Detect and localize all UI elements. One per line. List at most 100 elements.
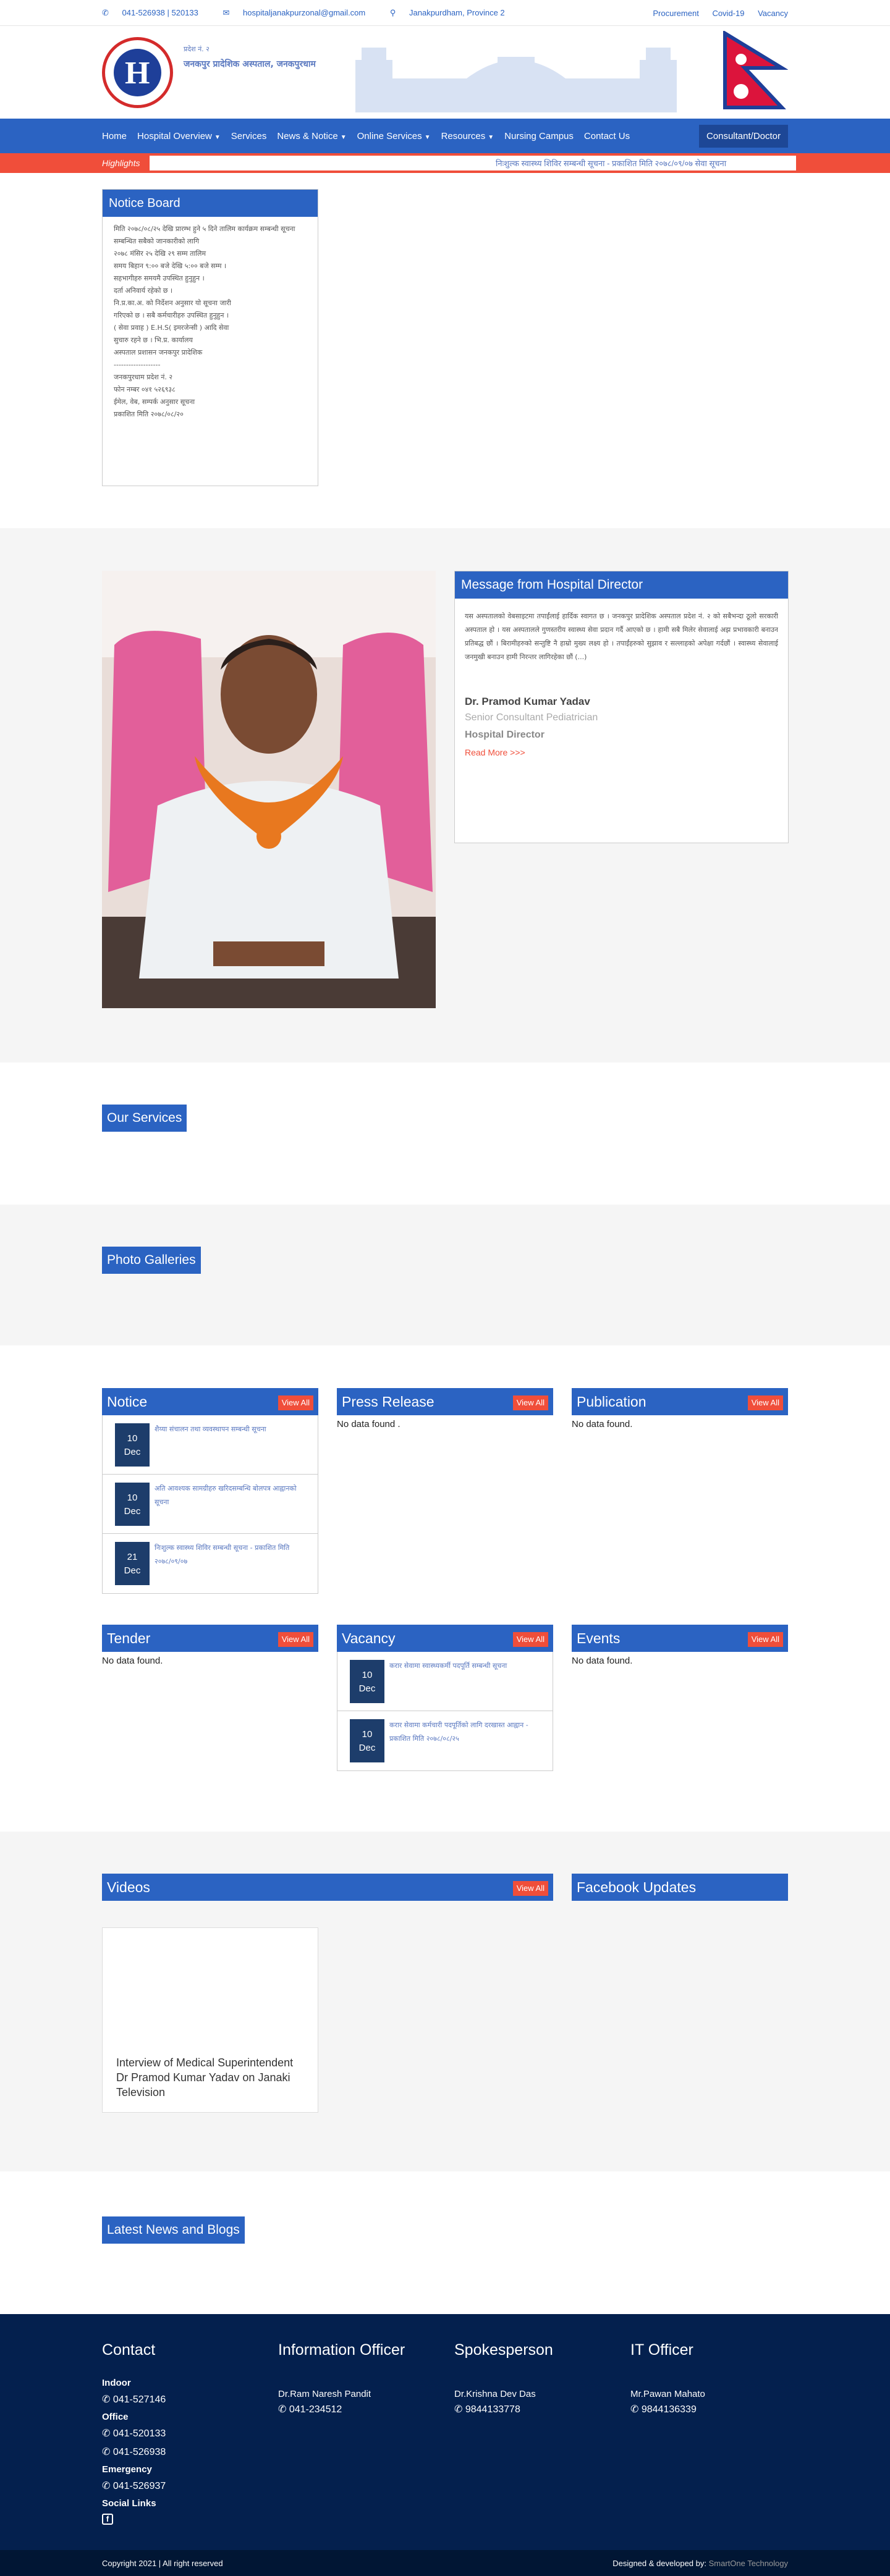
vacancy-view-all-button[interactable]: View All (512, 1632, 548, 1647)
vacancy-item-link[interactable]: करार सेवामा कर्मचारी पदपूर्तिको लागि दरख… (389, 1719, 546, 1746)
footer-contact: Contact Indoor ✆ 041-527146 Office ✆ 041… (102, 2341, 166, 2525)
top-bar: ✆ 041-526938 | 520133 ✉ hospitaljanakpur… (0, 0, 890, 26)
spokesperson-phone[interactable]: ✆ 9844133778 (454, 2403, 553, 2415)
list-item[interactable]: 10 Dec अति आवश्यक सामग्रीहरु खरिदसम्बन्धि… (103, 1475, 318, 1534)
date-day: 10 (362, 1729, 373, 1740)
phone-number[interactable]: 041-234512 (289, 2404, 342, 2415)
video-title[interactable]: Interview of Medical Superintendent Dr P… (116, 2055, 308, 2100)
notice-board-body: मिति २०७८/०८/२५ देखि प्रारम्भ हुने ५ दिन… (103, 217, 318, 486)
videos-title: Videos (107, 1879, 150, 1895)
phone-number[interactable]: 041-526937 (113, 2481, 166, 2491)
procurement-link[interactable]: Procurement (653, 9, 698, 18)
vacancy-item-link[interactable]: करार सेवामा स्वास्थ्यकर्मी पदपूर्ति सम्ब… (389, 1659, 546, 1673)
date-day: 21 (127, 1552, 138, 1562)
nav-online-services[interactable]: Online Services ▼ (357, 131, 431, 141)
nav-services[interactable]: Services (231, 131, 267, 141)
our-services-title: Our Services (102, 1105, 187, 1132)
tender-card: Tender View All No data found. (102, 1625, 318, 1666)
vacancy-link[interactable]: Vacancy (758, 9, 788, 18)
nav-home[interactable]: Home (102, 131, 127, 141)
info-officer-phone[interactable]: ✆ 041-234512 (278, 2403, 405, 2415)
date-month: Dec (124, 1447, 141, 1457)
nav-online-label: Online Services (357, 130, 422, 141)
nav-news-notice[interactable]: News & Notice ▼ (277, 131, 346, 141)
list-item[interactable]: 10 Dec करार सेवामा कर्मचारी पदपूर्तिको ला… (337, 1711, 553, 1770)
indoor-phone[interactable]: ✆ 041-527146 (102, 2393, 166, 2406)
phone-icon: ✆ (454, 2404, 465, 2415)
ticker-text[interactable]: निःशुल्क स्वास्थ्य शिविर सम्बन्धी सूचना … (496, 158, 726, 169)
top-email[interactable]: hospitaljanakpurzonal@gmail.com (243, 8, 365, 17)
office-phone[interactable]: ✆ 041-526938 (102, 2446, 166, 2458)
notice-line: नि.प्र.का.अ. को निर्देशन अनुसार यो सूचना… (114, 299, 231, 307)
email-info[interactable]: ✉ hospitaljanakpurzonal@gmail.com (223, 8, 377, 17)
director-message-title: Message from Hospital Director (455, 571, 788, 599)
notice-item-link[interactable]: निःशुल्क स्वास्थ्य शिविर सम्बन्धी सूचना … (155, 1541, 312, 1568)
notice-line: फोन नम्बर ०४१ ५२६९३८ (114, 385, 176, 394)
nav-contact-us[interactable]: Contact Us (584, 131, 630, 141)
notice-item-link[interactable]: शैय्या संचालन तथा व्यवस्थापन सम्बन्धी सू… (155, 1423, 312, 1436)
notice-line: प्रकाशित मिति २०७८/०८/२० (114, 410, 184, 418)
it-officer-phone[interactable]: ✆ 9844136339 (630, 2403, 705, 2415)
footer-spokesperson: Spokesperson Dr.Krishna Dev Das ✆ 984413… (454, 2341, 553, 2422)
date-badge: 10 Dec (115, 1423, 150, 1467)
main-nav: Home Hospital Overview ▼ Services News & … (0, 119, 890, 153)
tender-view-all-button[interactable]: View All (278, 1632, 313, 1647)
notice-card: Notice View All 10 Dec शैय्या संचालन तथा व… (102, 1388, 318, 1594)
nav-nursing-campus[interactable]: Nursing Campus (504, 131, 574, 141)
notice-view-all-button[interactable]: View All (278, 1395, 313, 1410)
hospital-logo[interactable]: H (102, 37, 173, 108)
phone-icon: ✆ (102, 2394, 113, 2405)
footer-bottom: Copyright 2021 | All right reserved Desi… (0, 2550, 890, 2576)
footer-contact-title: Contact (102, 2341, 156, 2359)
nepal-flag (723, 31, 788, 109)
list-item[interactable]: 10 Dec शैय्या संचालन तथा व्यवस्थापन सम्बन… (103, 1415, 318, 1475)
notice-item-link[interactable]: अति आवश्यक सामग्रीहरु खरिदसम्बन्धि बोलपत… (155, 1482, 312, 1509)
nav-services-label: Services (231, 130, 267, 141)
phone-number[interactable]: 041-527146 (113, 2394, 166, 2405)
developer-link[interactable]: SmartOne Technology (709, 2559, 788, 2568)
spokesperson-name: Dr.Krishna Dev Das (454, 2389, 536, 2399)
highlights-label: Highlights (102, 158, 140, 168)
facebook-card: Facebook Updates (572, 1874, 788, 1901)
highlights-bar: Highlights निःशुल्क स्वास्थ्य शिविर सम्ब… (0, 153, 890, 173)
list-item[interactable]: 10 Dec करार सेवामा स्वास्थ्यकर्मी पदपूर्त… (337, 1652, 553, 1711)
press-release-card: Press Release View All No data found . (337, 1388, 553, 1429)
press-release-title: Press Release (342, 1394, 434, 1410)
list-item[interactable]: 21 Dec निःशुल्क स्वास्थ्य शिविर सम्बन्धी … (103, 1534, 318, 1593)
press-view-all-button[interactable]: View All (512, 1395, 548, 1410)
site-footer: Contact Indoor ✆ 041-527146 Office ✆ 041… (0, 2314, 890, 2550)
events-title: Events (577, 1630, 621, 1646)
notice-line: अस्पताल प्रशासन जनकपुर प्रादेशिक (114, 348, 203, 356)
read-more-link[interactable]: Read More >>> (465, 746, 778, 759)
nav-resources[interactable]: Resources ▼ (441, 131, 494, 141)
location-icon: ⚲ (389, 8, 398, 17)
phone-number[interactable]: 041-520133 (113, 2428, 166, 2439)
caret-down-icon: ▼ (214, 133, 221, 141)
nav-hospital-overview[interactable]: Hospital Overview ▼ (137, 131, 221, 141)
videos-view-all-button[interactable]: View All (512, 1881, 548, 1896)
facebook-icon[interactable]: f (102, 2514, 113, 2525)
date-badge: 21 Dec (115, 1542, 150, 1585)
office-phone[interactable]: ✆ 041-520133 (102, 2427, 166, 2439)
publication-view-all-button[interactable]: View All (747, 1395, 783, 1410)
covid-link[interactable]: Covid-19 (712, 9, 744, 18)
social-links-label: Social Links (102, 2498, 156, 2509)
copyright-text: Copyright 2021 | All right reserved (102, 2558, 223, 2568)
video-item[interactable]: Interview of Medical Superintendent Dr P… (102, 1927, 318, 2113)
emergency-phone[interactable]: ✆ 041-526937 (102, 2480, 166, 2492)
address-info: ⚲ Janakpurdham, Province 2 (390, 8, 516, 17)
vacancy-title: Vacancy (342, 1630, 396, 1646)
consultant-doctor-button[interactable]: Consultant/Doctor (698, 124, 788, 148)
caret-down-icon: ▼ (340, 133, 347, 141)
phone-number[interactable]: 9844136339 (642, 2404, 697, 2415)
date-day: 10 (127, 1492, 138, 1503)
vacancy-card: Vacancy View All 10 Dec करार सेवामा स्वास्… (337, 1625, 553, 1771)
building-watermark (355, 48, 677, 112)
highlights-ticker[interactable]: निःशुल्क स्वास्थ्य शिविर सम्बन्धी सूचना … (150, 156, 796, 170)
facebook-updates-title: Facebook Updates (577, 1879, 697, 1895)
notice-line: ------------------- (114, 361, 161, 369)
events-view-all-button[interactable]: View All (747, 1632, 783, 1647)
phone-number[interactable]: 041-526938 (113, 2447, 166, 2457)
phone-number[interactable]: 9844133778 (465, 2404, 520, 2415)
date-badge: 10 Dec (350, 1719, 384, 1762)
